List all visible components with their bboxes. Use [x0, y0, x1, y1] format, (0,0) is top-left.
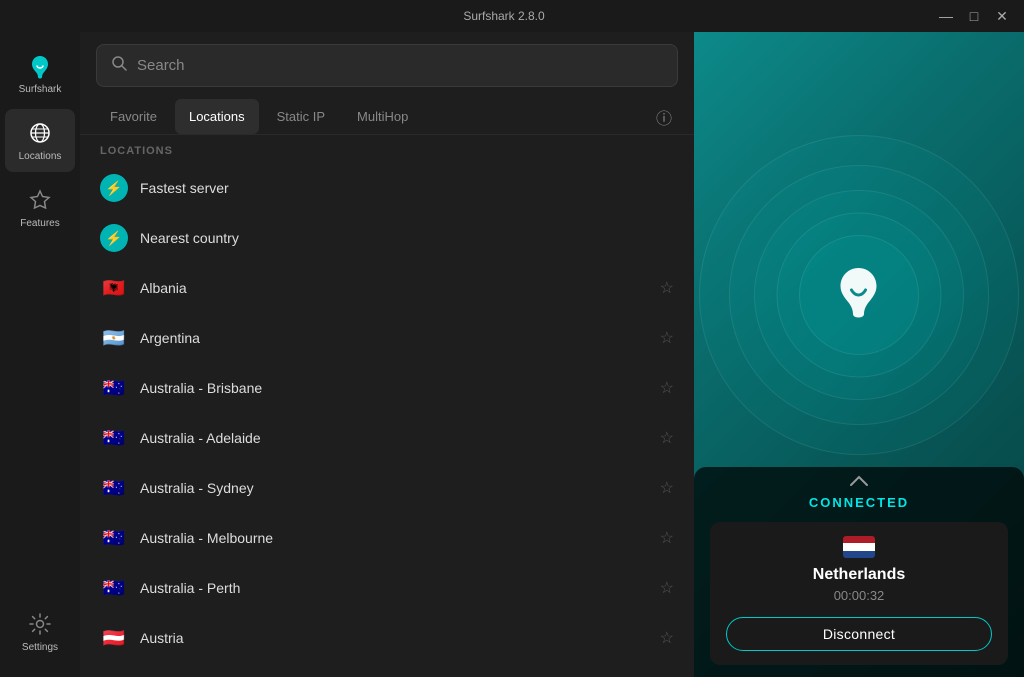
- list-item-nearest[interactable]: ⚡ Nearest country: [80, 213, 694, 263]
- sidebar-surfshark-label: Surfshark: [19, 84, 62, 95]
- au-sydney-name: Australia - Sydney: [140, 480, 648, 496]
- globe-icon: [26, 119, 54, 147]
- titlebar-title: Surfshark 2.8.0: [72, 9, 936, 23]
- vpn-logo: [827, 260, 892, 330]
- location-list: LOCATIONS ⚡ Fastest server ⚡ Nearest cou…: [80, 135, 694, 677]
- sidebar-item-features[interactable]: Features: [5, 176, 75, 239]
- sidebar-features-label: Features: [20, 218, 59, 229]
- tab-multihop[interactable]: MultiHop: [343, 99, 422, 134]
- albania-star[interactable]: ☆: [660, 278, 674, 298]
- argentina-flag: 🇦🇷: [100, 324, 128, 352]
- list-item-au-brisbane[interactable]: 🇦🇺 Australia - Brisbane ☆: [80, 363, 694, 413]
- info-icon[interactable]: ⓘ: [650, 103, 678, 131]
- vpn-chevron-button[interactable]: [694, 467, 1024, 495]
- list-item-au-adelaide[interactable]: 🇦🇺 Australia - Adelaide ☆: [80, 413, 694, 463]
- sidebar-item-settings[interactable]: Settings: [5, 600, 75, 663]
- list-item-au-melbourne[interactable]: 🇦🇺 Australia - Melbourne ☆: [80, 513, 694, 563]
- nearest-label: Nearest country: [140, 230, 674, 246]
- tab-locations[interactable]: Locations: [175, 99, 259, 134]
- sidebar-item-surfshark[interactable]: Surfshark: [5, 42, 75, 105]
- sidebar-settings-label: Settings: [22, 642, 58, 653]
- tab-favorite[interactable]: Favorite: [96, 99, 171, 134]
- disconnect-button[interactable]: Disconnect: [726, 617, 992, 651]
- sidebar-item-locations[interactable]: Locations: [5, 109, 75, 172]
- vpn-timer: 00:00:32: [834, 588, 885, 603]
- minimize-button[interactable]: —: [936, 6, 956, 26]
- list-item-fastest[interactable]: ⚡ Fastest server: [80, 163, 694, 213]
- content-panel: Favorite Locations Static IP MultiHop ⓘ …: [80, 32, 694, 677]
- austria-star[interactable]: ☆: [660, 628, 674, 648]
- au-perth-name: Australia - Perth: [140, 580, 648, 596]
- au-brisbane-flag: 🇦🇺: [100, 374, 128, 402]
- gear-icon: [26, 610, 54, 638]
- albania-name: Albania: [140, 280, 648, 296]
- fastest-icon: ⚡: [100, 174, 128, 202]
- nearest-icon: ⚡: [100, 224, 128, 252]
- list-item-austria[interactable]: 🇦🇹 Austria ☆: [80, 613, 694, 663]
- fastest-label: Fastest server: [140, 180, 674, 196]
- vpn-info-card: Netherlands 00:00:32 Disconnect: [710, 522, 1008, 665]
- sidebar-locations-label: Locations: [19, 151, 62, 162]
- au-perth-flag: 🇦🇺: [100, 574, 128, 602]
- au-melbourne-name: Australia - Melbourne: [140, 530, 648, 546]
- search-container: [80, 32, 694, 99]
- titlebar: Surfshark 2.8.0 — □ ✕: [0, 0, 1024, 32]
- list-item-argentina[interactable]: 🇦🇷 Argentina ☆: [80, 313, 694, 363]
- surfshark-logo-icon: [26, 52, 54, 80]
- au-brisbane-name: Australia - Brisbane: [140, 380, 648, 396]
- search-input[interactable]: [137, 57, 663, 74]
- au-adelaide-star[interactable]: ☆: [660, 428, 674, 448]
- au-melbourne-star[interactable]: ☆: [660, 528, 674, 548]
- list-item-au-perth[interactable]: 🇦🇺 Australia - Perth ☆: [80, 563, 694, 613]
- au-adelaide-name: Australia - Adelaide: [140, 430, 648, 446]
- close-button[interactable]: ✕: [992, 6, 1012, 26]
- au-sydney-flag: 🇦🇺: [100, 474, 128, 502]
- argentina-name: Argentina: [140, 330, 648, 346]
- austria-flag: 🇦🇹: [100, 624, 128, 652]
- section-header-locations: LOCATIONS: [80, 135, 694, 163]
- austria-name: Austria: [140, 630, 648, 646]
- argentina-star[interactable]: ☆: [660, 328, 674, 348]
- au-sydney-star[interactable]: ☆: [660, 478, 674, 498]
- main-layout: Surfshark Locations Featur: [0, 32, 1024, 677]
- titlebar-controls: — □ ✕: [936, 6, 1012, 26]
- tab-static-ip[interactable]: Static IP: [263, 99, 339, 134]
- vpn-status-label: CONNECTED: [694, 495, 1024, 510]
- list-item-albania[interactable]: 🇦🇱 Albania ☆: [80, 263, 694, 313]
- au-melbourne-flag: 🇦🇺: [100, 524, 128, 552]
- vpn-country-name: Netherlands: [813, 566, 905, 584]
- search-bar: [96, 44, 678, 87]
- tabs-container: Favorite Locations Static IP MultiHop ⓘ: [80, 99, 694, 135]
- features-icon: [26, 186, 54, 214]
- albania-flag: 🇦🇱: [100, 274, 128, 302]
- netherlands-flag: [843, 536, 875, 558]
- au-adelaide-flag: 🇦🇺: [100, 424, 128, 452]
- au-brisbane-star[interactable]: ☆: [660, 378, 674, 398]
- maximize-button[interactable]: □: [964, 6, 984, 26]
- sidebar: Surfshark Locations Featur: [0, 32, 80, 677]
- list-item-au-sydney[interactable]: 🇦🇺 Australia - Sydney ☆: [80, 463, 694, 513]
- au-perth-star[interactable]: ☆: [660, 578, 674, 598]
- vpn-bottom-panel: CONNECTED Netherlands 00:00:32 Disconnec…: [694, 467, 1024, 677]
- vpn-panel: CONNECTED Netherlands 00:00:32 Disconnec…: [694, 32, 1024, 677]
- list-item-belgium[interactable]: 🇧🇪 Belgium ☆: [80, 663, 694, 677]
- search-icon: [111, 55, 127, 76]
